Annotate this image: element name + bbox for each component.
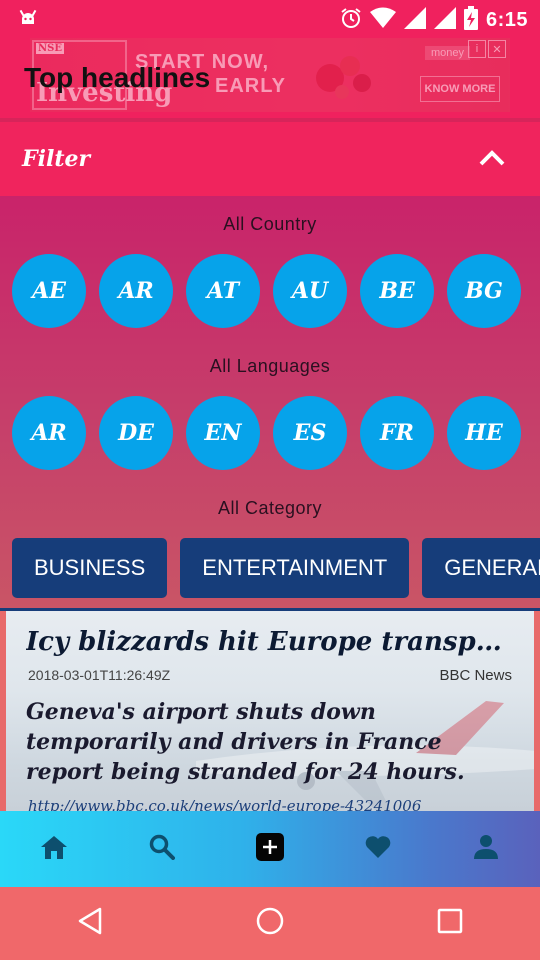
nav-home[interactable] xyxy=(24,819,84,879)
category-buttons: BUSINESS ENTERTAINMENT GENERAL xyxy=(12,538,540,598)
back-triangle-icon[interactable] xyxy=(76,906,104,941)
ad-choices[interactable]: i ✕ xyxy=(468,40,506,58)
status-bar: 6:15 xyxy=(0,0,540,38)
article-description: Geneva's airport shuts down temporarily … xyxy=(26,699,465,785)
nav-search[interactable] xyxy=(132,819,192,879)
country-label: All Country xyxy=(223,214,317,234)
alarm-icon xyxy=(340,7,362,34)
favorite-icon[interactable] xyxy=(364,835,392,864)
signal-icon xyxy=(433,7,456,34)
android-debug-icon xyxy=(18,8,38,33)
ad-logo-tag: NSE xyxy=(36,43,64,54)
category-button-business[interactable]: BUSINESS xyxy=(12,538,168,598)
language-label: All Languages xyxy=(209,356,331,376)
page-title: Top headlines xyxy=(24,62,211,93)
language-chip[interactable]: DE xyxy=(99,396,173,470)
bottom-nav xyxy=(0,811,540,887)
battery-charging-icon xyxy=(463,6,478,35)
country-chip[interactable]: AR xyxy=(99,254,173,328)
nav-favorites[interactable] xyxy=(348,819,408,879)
add-icon[interactable] xyxy=(256,832,284,866)
country-chip[interactable]: BE xyxy=(360,254,434,328)
language-chip[interactable]: ES xyxy=(273,396,347,470)
nav-add[interactable] xyxy=(240,819,300,879)
language-chips: AR DE EN ES FR HE xyxy=(12,396,521,470)
country-chip[interactable]: BG xyxy=(447,254,521,328)
status-icons: 6:15 xyxy=(340,6,528,35)
news-list: Icy blizzards hit Europe transport sy… 2… xyxy=(0,611,540,811)
system-home-button[interactable] xyxy=(240,894,300,954)
article-source: BBC News xyxy=(439,667,512,684)
language-chip[interactable]: AR xyxy=(12,396,86,470)
search-icon[interactable] xyxy=(149,834,175,865)
ad-brand: money xyxy=(425,46,471,60)
country-chips: AE AR AT AU BE BG xyxy=(12,254,521,328)
home-icon[interactable] xyxy=(40,834,68,865)
language-chip[interactable]: HE xyxy=(447,396,521,470)
system-recents-button[interactable] xyxy=(420,894,480,954)
ad-close-icon[interactable]: ✕ xyxy=(488,40,506,58)
filter-title: Filter xyxy=(22,146,91,172)
filter-toggle[interactable]: Filter xyxy=(0,122,540,196)
article-link[interactable]: http://www.bbc.co.uk/news/world-europe-4… xyxy=(28,797,421,811)
category-button-entertainment[interactable]: ENTERTAINMENT xyxy=(180,538,410,598)
recents-square-icon[interactable] xyxy=(436,907,464,940)
ad-graphic-icon xyxy=(316,56,371,99)
system-nav-bar xyxy=(0,887,540,960)
news-card[interactable]: Icy blizzards hit Europe transport sy… 2… xyxy=(6,611,534,811)
wifi-icon xyxy=(369,7,396,34)
filter-panel: All Country AE AR AT AU BE BG All Langua… xyxy=(0,196,540,608)
app-bar: NSE Investing START NOW, EARLY money i ✕… xyxy=(0,38,540,118)
category-button-general[interactable]: GENERAL xyxy=(422,538,540,598)
chevron-up-icon[interactable] xyxy=(478,148,506,171)
language-chip[interactable]: FR xyxy=(360,396,434,470)
system-back-button[interactable] xyxy=(60,894,120,954)
article-date: 2018-03-01T11:26:49Z xyxy=(28,667,171,683)
country-chip[interactable]: AE xyxy=(12,254,86,328)
profile-icon[interactable] xyxy=(473,834,499,865)
category-label: All Category xyxy=(217,498,323,518)
article-title[interactable]: Icy blizzards hit Europe transport sy… xyxy=(26,627,516,657)
nav-profile[interactable] xyxy=(456,819,516,879)
country-chip[interactable]: AU xyxy=(273,254,347,328)
status-time: 6:15 xyxy=(485,9,528,31)
home-circle-icon[interactable] xyxy=(255,906,285,941)
signal-icon xyxy=(403,7,426,34)
ad-cta-button[interactable]: KNOW MORE xyxy=(420,76,500,102)
country-chip[interactable]: AT xyxy=(186,254,260,328)
language-chip[interactable]: EN xyxy=(186,396,260,470)
ad-info-icon[interactable]: i xyxy=(468,40,486,58)
